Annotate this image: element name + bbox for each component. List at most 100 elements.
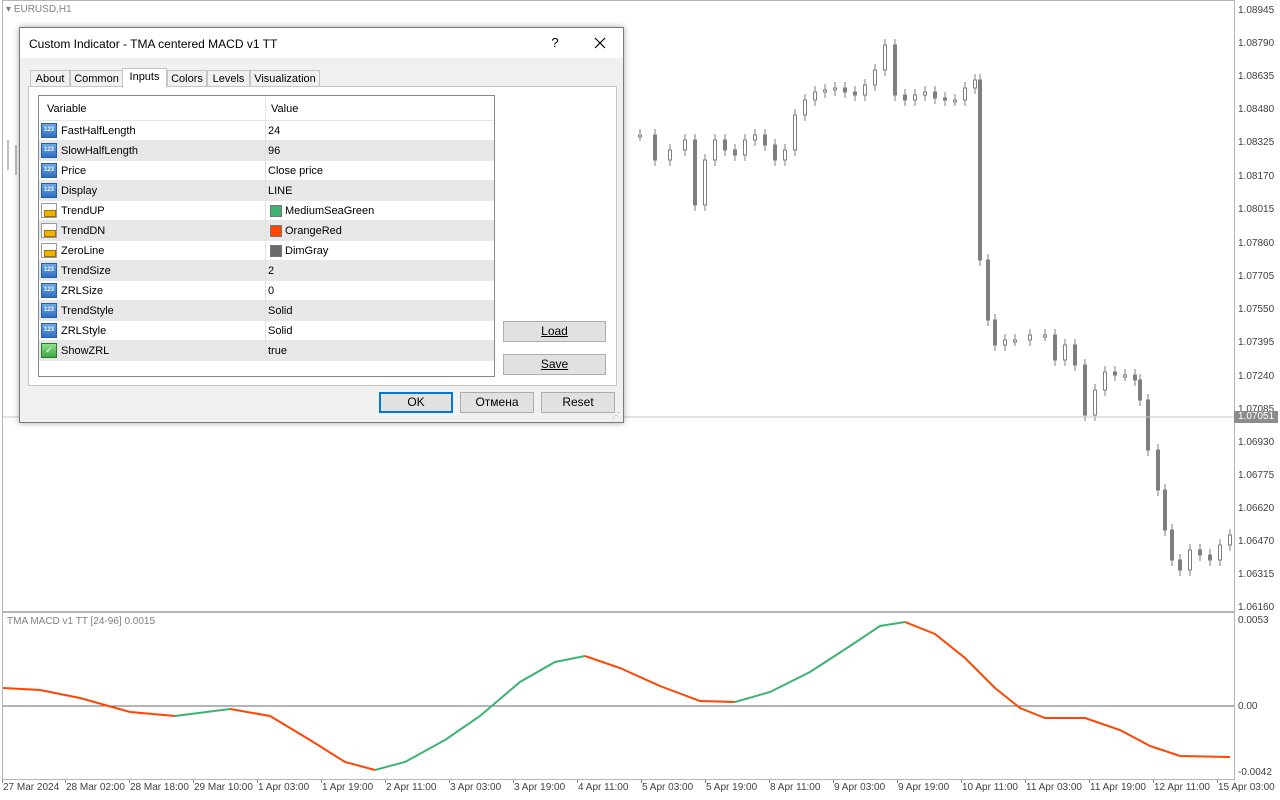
candle-body: [963, 87, 967, 101]
column-separator[interactable]: [265, 96, 266, 120]
tab-colors[interactable]: Colors: [167, 70, 207, 87]
candle-body: [1146, 399, 1150, 451]
candle-body: [986, 259, 990, 321]
tab-common[interactable]: Common: [70, 70, 123, 87]
dialog-titlebar[interactable]: Custom Indicator - TMA centered MACD v1 …: [20, 28, 623, 58]
color-swatch: [270, 225, 282, 237]
tab-about[interactable]: About: [30, 70, 70, 87]
table-row[interactable]: 123 ZRLSize 0: [39, 281, 494, 301]
resize-grip-icon[interactable]: ⋰: [612, 411, 620, 420]
cancel-button[interactable]: Отмена: [460, 392, 534, 413]
row-value[interactable]: Close price: [268, 165, 323, 177]
collapse-arrow-icon[interactable]: ▾: [6, 4, 14, 15]
table-row[interactable]: ZeroLine DimGray: [39, 241, 494, 261]
row-value[interactable]: 96: [268, 145, 280, 157]
row-variable: ZRLStyle: [61, 325, 107, 337]
row-variable: ShowZRL: [61, 345, 110, 357]
price-label: 1.06620: [1238, 503, 1275, 514]
help-button[interactable]: ?: [542, 32, 568, 54]
candle-body: [873, 69, 877, 86]
time-tick: [833, 780, 834, 783]
row-value[interactable]: DimGray: [285, 245, 328, 257]
time-label: 1 Apr 19:00: [322, 782, 374, 793]
price-label: 1.06315: [1238, 569, 1275, 580]
candle-body: [833, 87, 837, 91]
table-row[interactable]: ✓ ShowZRL true: [39, 341, 494, 361]
candle-body: [923, 91, 927, 96]
table-row[interactable]: 123 TrendSize 2: [39, 261, 494, 281]
candle-body: [693, 139, 697, 206]
row-value[interactable]: 2: [268, 265, 274, 277]
time-label: 9 Apr 03:00: [834, 782, 886, 793]
column-separator: [265, 261, 266, 281]
column-separator: [265, 341, 266, 361]
number-type-icon: 123: [41, 183, 57, 198]
time-tick: [897, 780, 898, 783]
candle-body: [823, 89, 827, 93]
row-value[interactable]: 24: [268, 125, 280, 137]
row-value[interactable]: LINE: [268, 185, 292, 197]
table-row[interactable]: TrendUP MediumSeaGreen: [39, 201, 494, 221]
number-type-icon: 123: [41, 323, 57, 338]
candle-body: [773, 144, 777, 161]
column-header-variable[interactable]: Variable: [47, 103, 87, 115]
candle-body: [1073, 344, 1077, 366]
candle-body: [1208, 554, 1212, 561]
trend-down-segment: [584, 655, 736, 703]
number-type-icon: 123: [41, 283, 57, 298]
row-value[interactable]: Solid: [268, 305, 292, 317]
time-tick: [1153, 780, 1154, 783]
row-value[interactable]: 0: [268, 285, 274, 297]
row-value[interactable]: Solid: [268, 325, 292, 337]
price-label: 1.08635: [1238, 71, 1275, 82]
indicator-scale-zero: 0.00: [1238, 701, 1258, 712]
table-row[interactable]: TrendDN OrangeRed: [39, 221, 494, 241]
time-tick: [2, 780, 3, 783]
candle-body: [803, 99, 807, 116]
reset-button[interactable]: Reset: [541, 392, 615, 413]
row-value[interactable]: MediumSeaGreen: [285, 205, 374, 217]
price-label: 1.06775: [1238, 470, 1275, 481]
table-row[interactable]: 123 Price Close price: [39, 161, 494, 181]
number-type-icon: 123: [41, 303, 57, 318]
table-row[interactable]: 123 SlowHalfLength 96: [39, 141, 494, 161]
time-label: 5 Apr 19:00: [706, 782, 758, 793]
number-type-icon: 123: [41, 263, 57, 278]
table-row[interactable]: 123 ZRLStyle Solid: [39, 321, 494, 341]
tab-levels[interactable]: Levels: [207, 70, 250, 87]
candle-body: [1123, 374, 1127, 378]
save-button[interactable]: Save: [503, 354, 606, 375]
table-header: Variable Value: [39, 96, 494, 121]
close-button[interactable]: [586, 32, 614, 54]
ok-button[interactable]: OK: [379, 392, 453, 413]
candle-body: [1228, 534, 1232, 546]
candle-body: [1028, 334, 1032, 341]
indicator-chart[interactable]: [0, 612, 1280, 780]
candle-body: [943, 97, 947, 101]
candle-body: [1083, 364, 1087, 416]
candle-body: [1043, 334, 1047, 338]
inputs-table[interactable]: Variable Value 123 FastHalfLength 24 123 Slo…: [38, 95, 495, 377]
tab-inputs[interactable]: Inputs: [122, 68, 167, 88]
row-value[interactable]: OrangeRed: [285, 225, 342, 237]
candle-body: [793, 114, 797, 151]
column-separator: [265, 161, 266, 181]
price-label: 1.08945: [1238, 5, 1275, 16]
time-label: 9 Apr 19:00: [898, 782, 950, 793]
column-separator: [265, 141, 266, 161]
table-row[interactable]: 123 Display LINE: [39, 181, 494, 201]
load-button[interactable]: Load: [503, 321, 606, 342]
column-header-value[interactable]: Value: [271, 103, 298, 115]
table-row[interactable]: 123 FastHalfLength 24: [39, 121, 494, 141]
row-variable: FastHalfLength: [61, 125, 136, 137]
trend-down-segment: [2, 687, 176, 717]
tab-visualization[interactable]: Visualization: [250, 70, 320, 87]
time-label: 15 Apr 03:00: [1218, 782, 1275, 793]
trend-down-segment: [229, 708, 376, 771]
time-axis[interactable]: 27 Mar 2024 28 Mar 02:00 28 Mar 18:00 29 Ma…: [0, 780, 1280, 800]
table-row[interactable]: 123 TrendStyle Solid: [39, 301, 494, 321]
row-value[interactable]: true: [268, 345, 287, 357]
time-tick: [705, 780, 706, 783]
time-label: 8 Apr 11:00: [770, 782, 821, 793]
price-label: 1.08325: [1238, 137, 1275, 148]
